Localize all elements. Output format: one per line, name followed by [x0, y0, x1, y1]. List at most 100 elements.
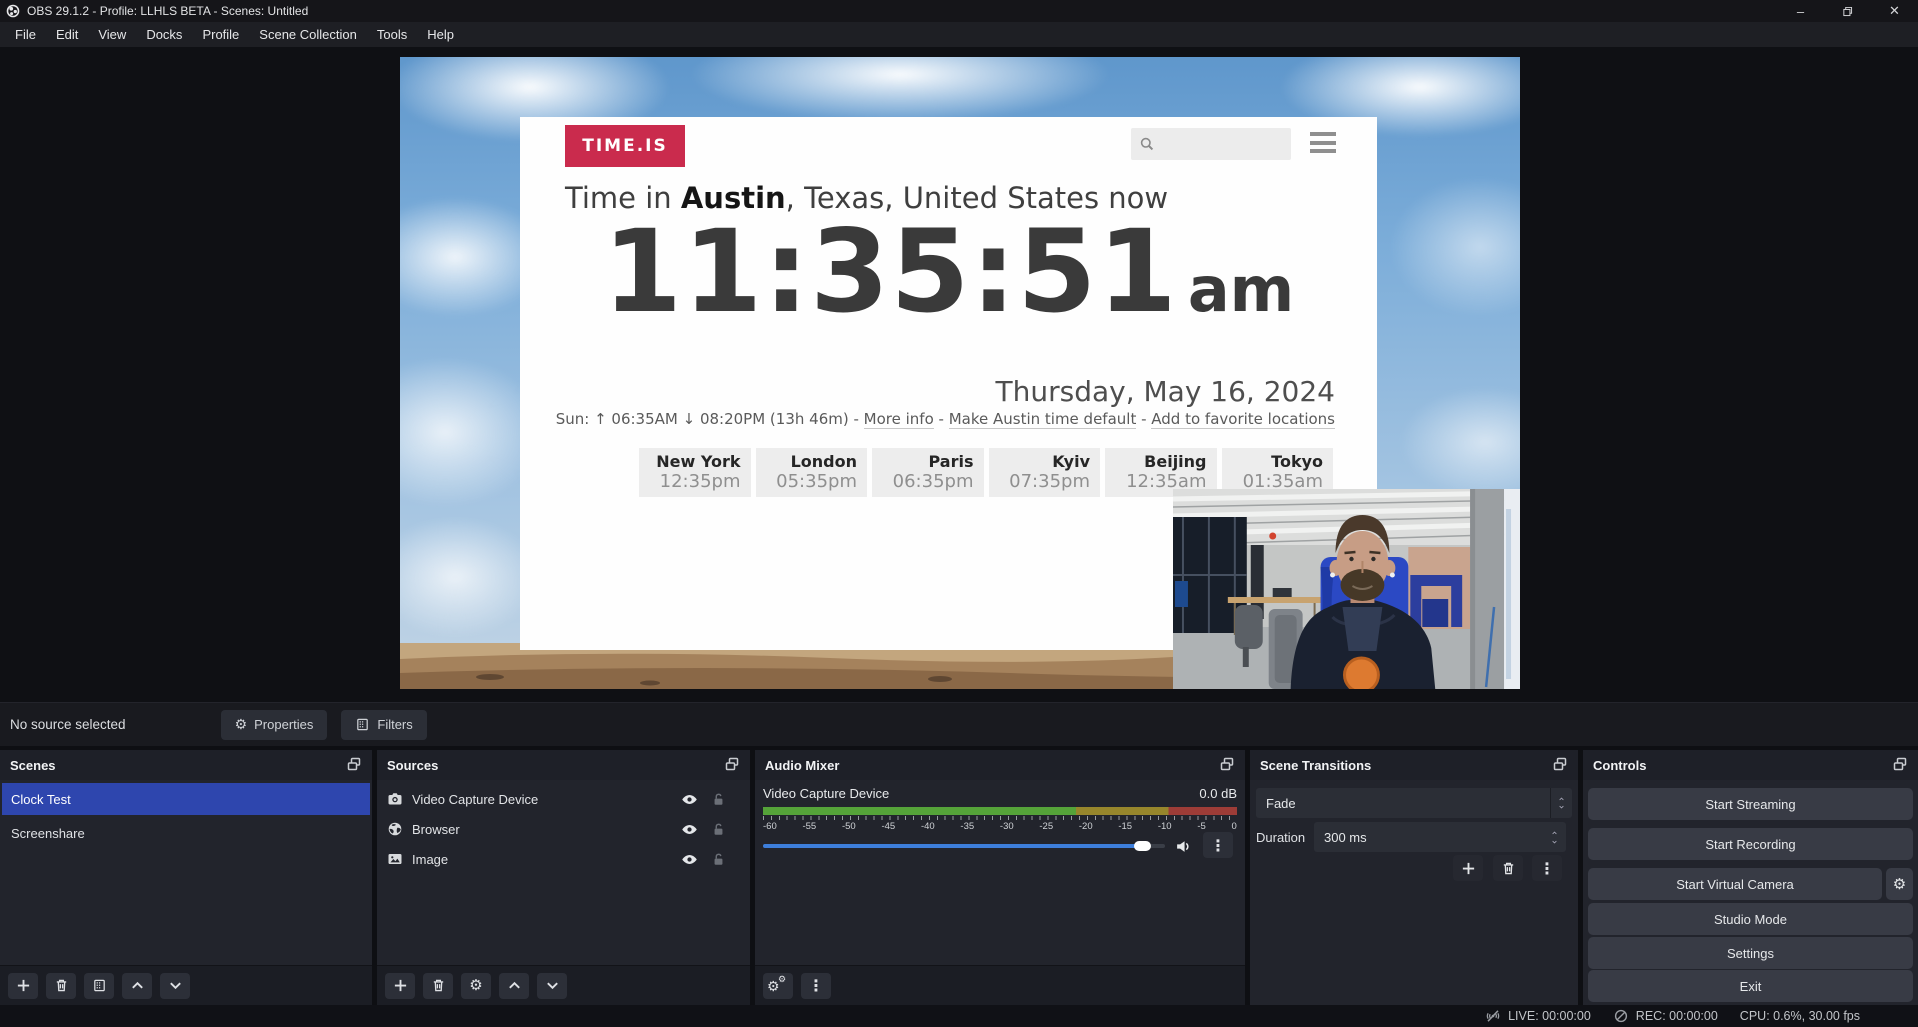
combo-spinner[interactable] [1550, 788, 1572, 818]
chevron-down-icon [545, 978, 560, 993]
duration-label: Duration [1256, 830, 1305, 845]
timeis-logo: TIME.IS [565, 125, 685, 167]
properties-button[interactable]: ⚙ Properties [221, 710, 328, 740]
transition-select[interactable]: Fade [1256, 788, 1572, 818]
close-icon: ✕ [1889, 3, 1900, 19]
status-bar: LIVE: 00:00:00 REC: 00:00:00 CPU: 0.6%, … [0, 1005, 1918, 1027]
add-favorite-link: Add to favorite locations [1151, 410, 1335, 429]
mixer-channel-name: Video Capture Device [763, 786, 889, 801]
controls-popout-button[interactable] [1892, 756, 1910, 774]
source-properties-button[interactable]: ⚙ [461, 973, 491, 999]
gear-icon: ⚙ [235, 716, 248, 733]
advanced-audio-button[interactable]: ⚙⚙ [763, 973, 793, 999]
scenes-title: Scenes [10, 758, 56, 773]
titlebar: OBS 29.1.2 - Profile: LLHLS BETA - Scene… [0, 0, 1918, 22]
transition-menu-button[interactable]: ⋮ [1532, 855, 1562, 881]
menu-tools[interactable]: Tools [367, 22, 417, 47]
visibility-eye-icon[interactable] [681, 821, 698, 838]
source-item-image[interactable]: Image [377, 844, 750, 874]
program-preview[interactable]: TIME.IS Time in Austin, Texas, United St… [400, 57, 1520, 689]
spinbox-arrows[interactable] [1550, 830, 1559, 845]
kebab-icon: ⋮ [1539, 859, 1555, 878]
minimize-button[interactable]: – [1777, 0, 1824, 22]
search-icon [1139, 136, 1155, 152]
chevron-up-icon [1557, 796, 1566, 802]
double-gear-icon: ⚙⚙ [767, 977, 789, 995]
start-streaming-button[interactable]: Start Streaming [1588, 788, 1913, 820]
lock-icon[interactable] [711, 792, 726, 807]
remove-scene-button[interactable] [46, 973, 76, 999]
audio-mixer-title: Audio Mixer [765, 758, 839, 773]
remove-transition-button[interactable] [1493, 855, 1523, 881]
gear-icon: ⚙ [1893, 875, 1906, 893]
rec-timer: REC: 00:00:00 [1636, 1009, 1718, 1023]
source-item-browser[interactable]: Browser [377, 814, 750, 844]
source-move-up-button[interactable] [499, 973, 529, 999]
volume-slider-handle[interactable] [1134, 841, 1151, 851]
search-input [1131, 128, 1291, 160]
visibility-eye-icon[interactable] [681, 791, 698, 808]
maximize-button[interactable] [1824, 0, 1871, 22]
scene-move-up-button[interactable] [122, 973, 152, 999]
city-tile: New York12:35pm [639, 448, 751, 497]
city-tile: Kyiv07:35pm [989, 448, 1101, 497]
start-recording-button[interactable]: Start Recording [1588, 828, 1913, 860]
visibility-eye-icon[interactable] [681, 851, 698, 868]
popout-icon [1892, 756, 1908, 772]
virtual-camera-config-button[interactable]: ⚙ [1886, 868, 1913, 900]
context-bar: No source selected ⚙ Properties Filters [0, 702, 1918, 746]
speaker-icon[interactable] [1175, 838, 1192, 855]
start-virtual-camera-button[interactable]: Start Virtual Camera [1588, 868, 1882, 900]
plus-icon [393, 978, 408, 993]
chevron-down-icon [168, 978, 183, 993]
transitions-popout-button[interactable] [1552, 756, 1570, 774]
add-transition-button[interactable] [1453, 855, 1483, 881]
sources-popout-button[interactable] [724, 756, 742, 774]
menu-profile[interactable]: Profile [192, 22, 249, 47]
menu-help[interactable]: Help [417, 22, 464, 47]
scene-item-screenshare[interactable]: Screenshare [2, 817, 370, 849]
clock-ampm: am [1188, 253, 1294, 326]
add-scene-button[interactable] [8, 973, 38, 999]
live-timer: LIVE: 00:00:00 [1508, 1009, 1591, 1023]
preview-canvas: TIME.IS Time in Austin, Texas, United St… [0, 47, 1918, 702]
menu-view[interactable]: View [88, 22, 136, 47]
exit-button[interactable]: Exit [1588, 970, 1913, 1002]
add-source-button[interactable] [385, 973, 415, 999]
minimize-icon: – [1797, 4, 1804, 19]
scene-filters-button[interactable] [84, 973, 114, 999]
window-title: OBS 29.1.2 - Profile: LLHLS BETA - Scene… [27, 4, 308, 18]
cloud [1390, 177, 1520, 317]
cpu-fps-stats: CPU: 0.6%, 30.00 fps [1740, 1009, 1860, 1023]
meter-ruler [763, 816, 1237, 820]
remove-source-button[interactable] [423, 973, 453, 999]
filters-button[interactable]: Filters [341, 710, 426, 740]
menu-docks[interactable]: Docks [136, 22, 192, 47]
sun-info-line: Sun: ↑ 06:35AM ↓ 08:20PM (13h 46m) - Mor… [556, 410, 1335, 428]
settings-button[interactable]: Settings [1588, 937, 1913, 969]
close-button[interactable]: ✕ [1871, 0, 1918, 22]
menu-edit[interactable]: Edit [46, 22, 88, 47]
scene-item-clock-test[interactable]: Clock Test [2, 783, 370, 815]
cloud [1400, 387, 1520, 497]
duration-spinbox[interactable]: 300 ms [1314, 822, 1566, 852]
lock-icon[interactable] [711, 852, 726, 867]
make-default-link: Make Austin time default [949, 410, 1137, 429]
studio-mode-button[interactable]: Studio Mode [1588, 903, 1913, 935]
scene-move-down-button[interactable] [160, 973, 190, 999]
menu-scene-collection[interactable]: Scene Collection [249, 22, 367, 47]
menu-file[interactable]: File [5, 22, 46, 47]
scenes-popout-button[interactable] [346, 756, 364, 774]
volume-slider[interactable] [763, 844, 1165, 848]
popout-icon [1552, 756, 1568, 772]
meter-tick-labels: -60-55-50-45-40-35-30-25-20-15-10-50 [763, 821, 1237, 832]
source-move-down-button[interactable] [537, 973, 567, 999]
source-item-video-capture[interactable]: Video Capture Device [377, 784, 750, 814]
mixer-menu-button[interactable]: ⋮ [801, 973, 831, 999]
mixer-channel-menu-button[interactable]: ⋮ [1203, 832, 1233, 858]
obs-window: OBS 29.1.2 - Profile: LLHLS BETA - Scene… [0, 0, 1918, 1027]
mixer-popout-button[interactable] [1219, 756, 1237, 774]
record-inactive-icon [1613, 1008, 1629, 1024]
chevron-up-icon [1550, 830, 1559, 836]
lock-icon[interactable] [711, 822, 726, 837]
